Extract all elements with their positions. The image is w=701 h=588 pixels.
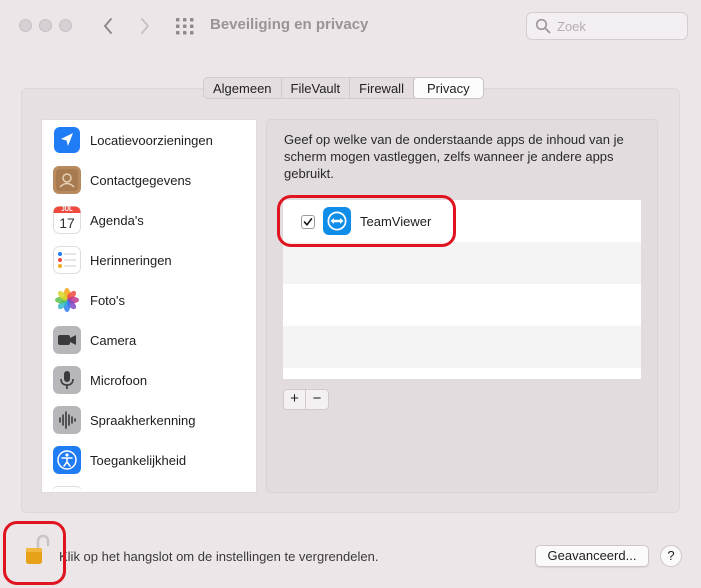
show-all-button[interactable] bbox=[175, 16, 195, 36]
sidebar-item-spraakherkenning[interactable]: Spraakherkenning bbox=[42, 400, 256, 440]
microphone-icon bbox=[52, 365, 82, 395]
tab-algemeen[interactable]: Algemeen bbox=[204, 78, 282, 98]
sidebar-scroll-peek bbox=[52, 486, 82, 492]
camera-icon bbox=[52, 325, 82, 355]
speech-recognition-icon bbox=[52, 405, 82, 435]
privacy-category-list: Locatievoorzieningen Contactgegevens JUL… bbox=[41, 119, 257, 493]
checkmark-icon bbox=[303, 218, 313, 226]
calendar-icon: JUL 17 bbox=[52, 205, 82, 235]
advanced-button[interactable]: Geavanceerd... bbox=[535, 545, 649, 567]
sidebar-item-label: Toegankelijkheid bbox=[90, 452, 187, 468]
sidebar-item-toegankelijkheid[interactable]: Toegankelijkheid bbox=[42, 440, 256, 480]
search-field[interactable] bbox=[526, 12, 688, 40]
sidebar-item-contactgegevens[interactable]: Contactgegevens bbox=[42, 160, 256, 200]
search-icon bbox=[535, 18, 551, 34]
contacts-icon bbox=[52, 165, 82, 195]
sidebar-item-label: Agenda's bbox=[90, 212, 144, 228]
photos-icon bbox=[52, 285, 82, 315]
calendar-month: JUL bbox=[61, 207, 73, 213]
forward-button[interactable] bbox=[133, 14, 157, 38]
sidebar-item-camera[interactable]: Camera bbox=[42, 320, 256, 360]
empty-row bbox=[283, 326, 641, 368]
window-title: Beveiliging en privacy bbox=[210, 16, 369, 33]
sidebar-item-fotos[interactable]: Foto's bbox=[42, 280, 256, 320]
tab-filevault[interactable]: FileVault bbox=[282, 78, 351, 98]
sidebar-item-label: Locatievoorzieningen bbox=[90, 132, 213, 148]
sidebar-item-microfoon[interactable]: Microfoon bbox=[42, 360, 256, 400]
sidebar-item-label: Spraakherkenning bbox=[90, 412, 196, 428]
permission-description: Geef op welke van de onderstaande apps d… bbox=[284, 132, 624, 181]
chevron-right-icon bbox=[141, 18, 149, 34]
help-button[interactable]: ? bbox=[660, 545, 682, 567]
close-window-button[interactable] bbox=[19, 19, 32, 32]
back-button[interactable] bbox=[96, 14, 120, 38]
empty-row bbox=[283, 242, 641, 284]
title-bar: Beveiliging en privacy bbox=[0, 0, 701, 52]
chevron-left-icon bbox=[104, 18, 112, 34]
minimize-window-button[interactable] bbox=[39, 19, 52, 32]
add-app-button[interactable]: + bbox=[284, 390, 306, 409]
search-input[interactable] bbox=[557, 18, 677, 34]
list-item[interactable]: TeamViewer bbox=[283, 200, 641, 242]
sidebar-item-label: Foto's bbox=[90, 292, 125, 308]
sidebar-item-agendas[interactable]: JUL 17 Agenda's bbox=[42, 200, 256, 240]
sidebar-item-label: Camera bbox=[90, 332, 137, 348]
sidebar-item-label: Herinneringen bbox=[90, 252, 172, 268]
preferences-window: Beveiliging en privacy Algemeen FileVaul… bbox=[0, 0, 701, 588]
tab-privacy[interactable]: Privacy bbox=[413, 78, 483, 98]
teamviewer-checkbox[interactable] bbox=[301, 215, 315, 229]
sidebar-item-label: Contactgegevens bbox=[90, 172, 192, 188]
location-arrow-icon bbox=[52, 125, 82, 155]
lock-instruction-text: Klik op het hangslot om de instellingen … bbox=[59, 549, 379, 564]
calendar-day: 17 bbox=[59, 215, 75, 231]
sidebar-item-herinneringen[interactable]: Herinneringen bbox=[42, 240, 256, 280]
grid-icon bbox=[176, 18, 194, 35]
tab-firewall[interactable]: Firewall bbox=[350, 78, 414, 98]
app-permission-list: TeamViewer bbox=[283, 200, 641, 379]
add-remove-control: + − bbox=[283, 389, 329, 410]
sidebar-item-label: Microfoon bbox=[90, 372, 148, 388]
sidebar-item-locatievoorzieningen[interactable]: Locatievoorzieningen bbox=[42, 120, 256, 160]
zoom-window-button[interactable] bbox=[59, 19, 72, 32]
app-name: TeamViewer bbox=[360, 214, 432, 229]
empty-row bbox=[283, 284, 641, 326]
accessibility-icon bbox=[52, 445, 82, 475]
remove-app-button[interactable]: − bbox=[306, 390, 328, 409]
empty-row bbox=[283, 368, 641, 379]
reminders-icon bbox=[52, 245, 82, 275]
tab-bar: Algemeen FileVault Firewall Privacy bbox=[203, 77, 484, 99]
teamviewer-icon bbox=[323, 207, 351, 235]
unlocked-padlock-icon[interactable] bbox=[22, 533, 50, 569]
